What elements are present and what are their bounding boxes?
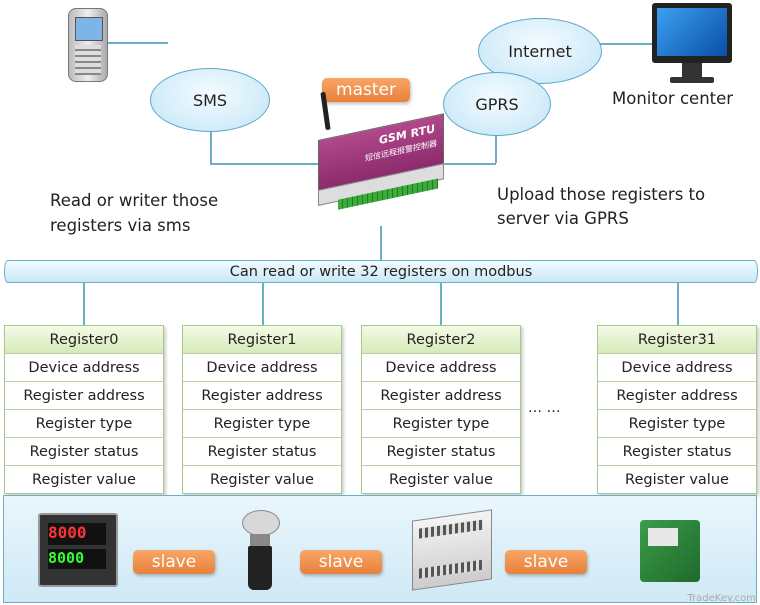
slave-label-2: slave	[300, 550, 382, 574]
register-field: Register type	[362, 409, 520, 437]
ellipsis: … …	[528, 400, 561, 416]
register-field: Register value	[362, 465, 520, 493]
register-field: Register value	[598, 465, 756, 493]
transmitter-module-icon	[640, 520, 700, 582]
slave-label-3: slave	[505, 550, 587, 574]
watermark: TradeKey.com	[687, 593, 756, 604]
gprs-label: GPRS	[475, 94, 519, 114]
register-field: Register status	[598, 437, 756, 465]
register-field: Register status	[362, 437, 520, 465]
register-field: Register address	[5, 381, 163, 409]
register-title: Register0	[5, 326, 163, 353]
register-table-1: Register1 Device address Register addres…	[182, 325, 342, 494]
monitor-icon	[652, 3, 732, 83]
gprs-device-link	[495, 132, 497, 163]
register-field: Device address	[362, 353, 520, 381]
sms-device-link-h	[210, 163, 320, 165]
register-field: Register value	[5, 465, 163, 493]
register-field: Register address	[183, 381, 341, 409]
gsm-rtu-device: GSM RTU 短信远程报警控制器	[318, 102, 444, 218]
bus-label: Can read or write 32 registers on modbus	[229, 263, 533, 280]
mobile-phone-icon	[68, 8, 108, 82]
master-label: master	[322, 78, 410, 102]
gprs-device-link-h	[440, 163, 496, 165]
gprs-cloud: GPRS	[443, 72, 551, 136]
sms-label: SMS	[192, 90, 228, 110]
temperature-controller-icon: 8000 8000	[38, 513, 118, 587]
register-field: Register value	[183, 465, 341, 493]
register-field: Register address	[362, 381, 520, 409]
right-note-line1: Upload those registers to	[497, 185, 706, 204]
bus-drop-31	[677, 282, 679, 325]
monitor-center-label: Monitor center	[612, 89, 734, 108]
slave-label-1: slave	[133, 550, 215, 574]
register-field: Register type	[183, 409, 341, 437]
register-field: Register status	[5, 437, 163, 465]
register-field: Register address	[598, 381, 756, 409]
register-table-0: Register0 Device address Register addres…	[4, 325, 164, 494]
register-title: Register31	[598, 326, 756, 353]
device-bus-link	[380, 226, 382, 260]
phone-sms-link	[108, 42, 168, 44]
register-field: Register type	[598, 409, 756, 437]
register-table-2: Register2 Device address Register addres…	[361, 325, 521, 494]
bus-drop-1	[262, 282, 264, 325]
register-title: Register2	[362, 326, 520, 353]
left-note-line1: Read or writer those	[50, 191, 219, 210]
internet-label: Internet	[508, 41, 572, 61]
register-field: Register status	[183, 437, 341, 465]
plc-module-icon	[412, 509, 492, 591]
right-note-line2: server via GPRS	[497, 209, 629, 228]
register-field: Device address	[5, 353, 163, 381]
modbus-bus: Can read or write 32 registers on modbus	[4, 260, 758, 283]
sms-cloud: SMS	[150, 68, 270, 132]
register-field: Device address	[183, 353, 341, 381]
left-note-line2: registers via sms	[50, 216, 191, 235]
sms-device-link	[210, 128, 212, 163]
register-table-31: Register31 Device address Register addre…	[597, 325, 757, 494]
bus-drop-0	[83, 282, 85, 325]
register-field: Register type	[5, 409, 163, 437]
register-field: Device address	[598, 353, 756, 381]
bus-drop-2	[440, 282, 442, 325]
internet-monitor-link	[598, 43, 653, 45]
register-title: Register1	[183, 326, 341, 353]
ultrasonic-sensor-icon	[240, 510, 280, 590]
